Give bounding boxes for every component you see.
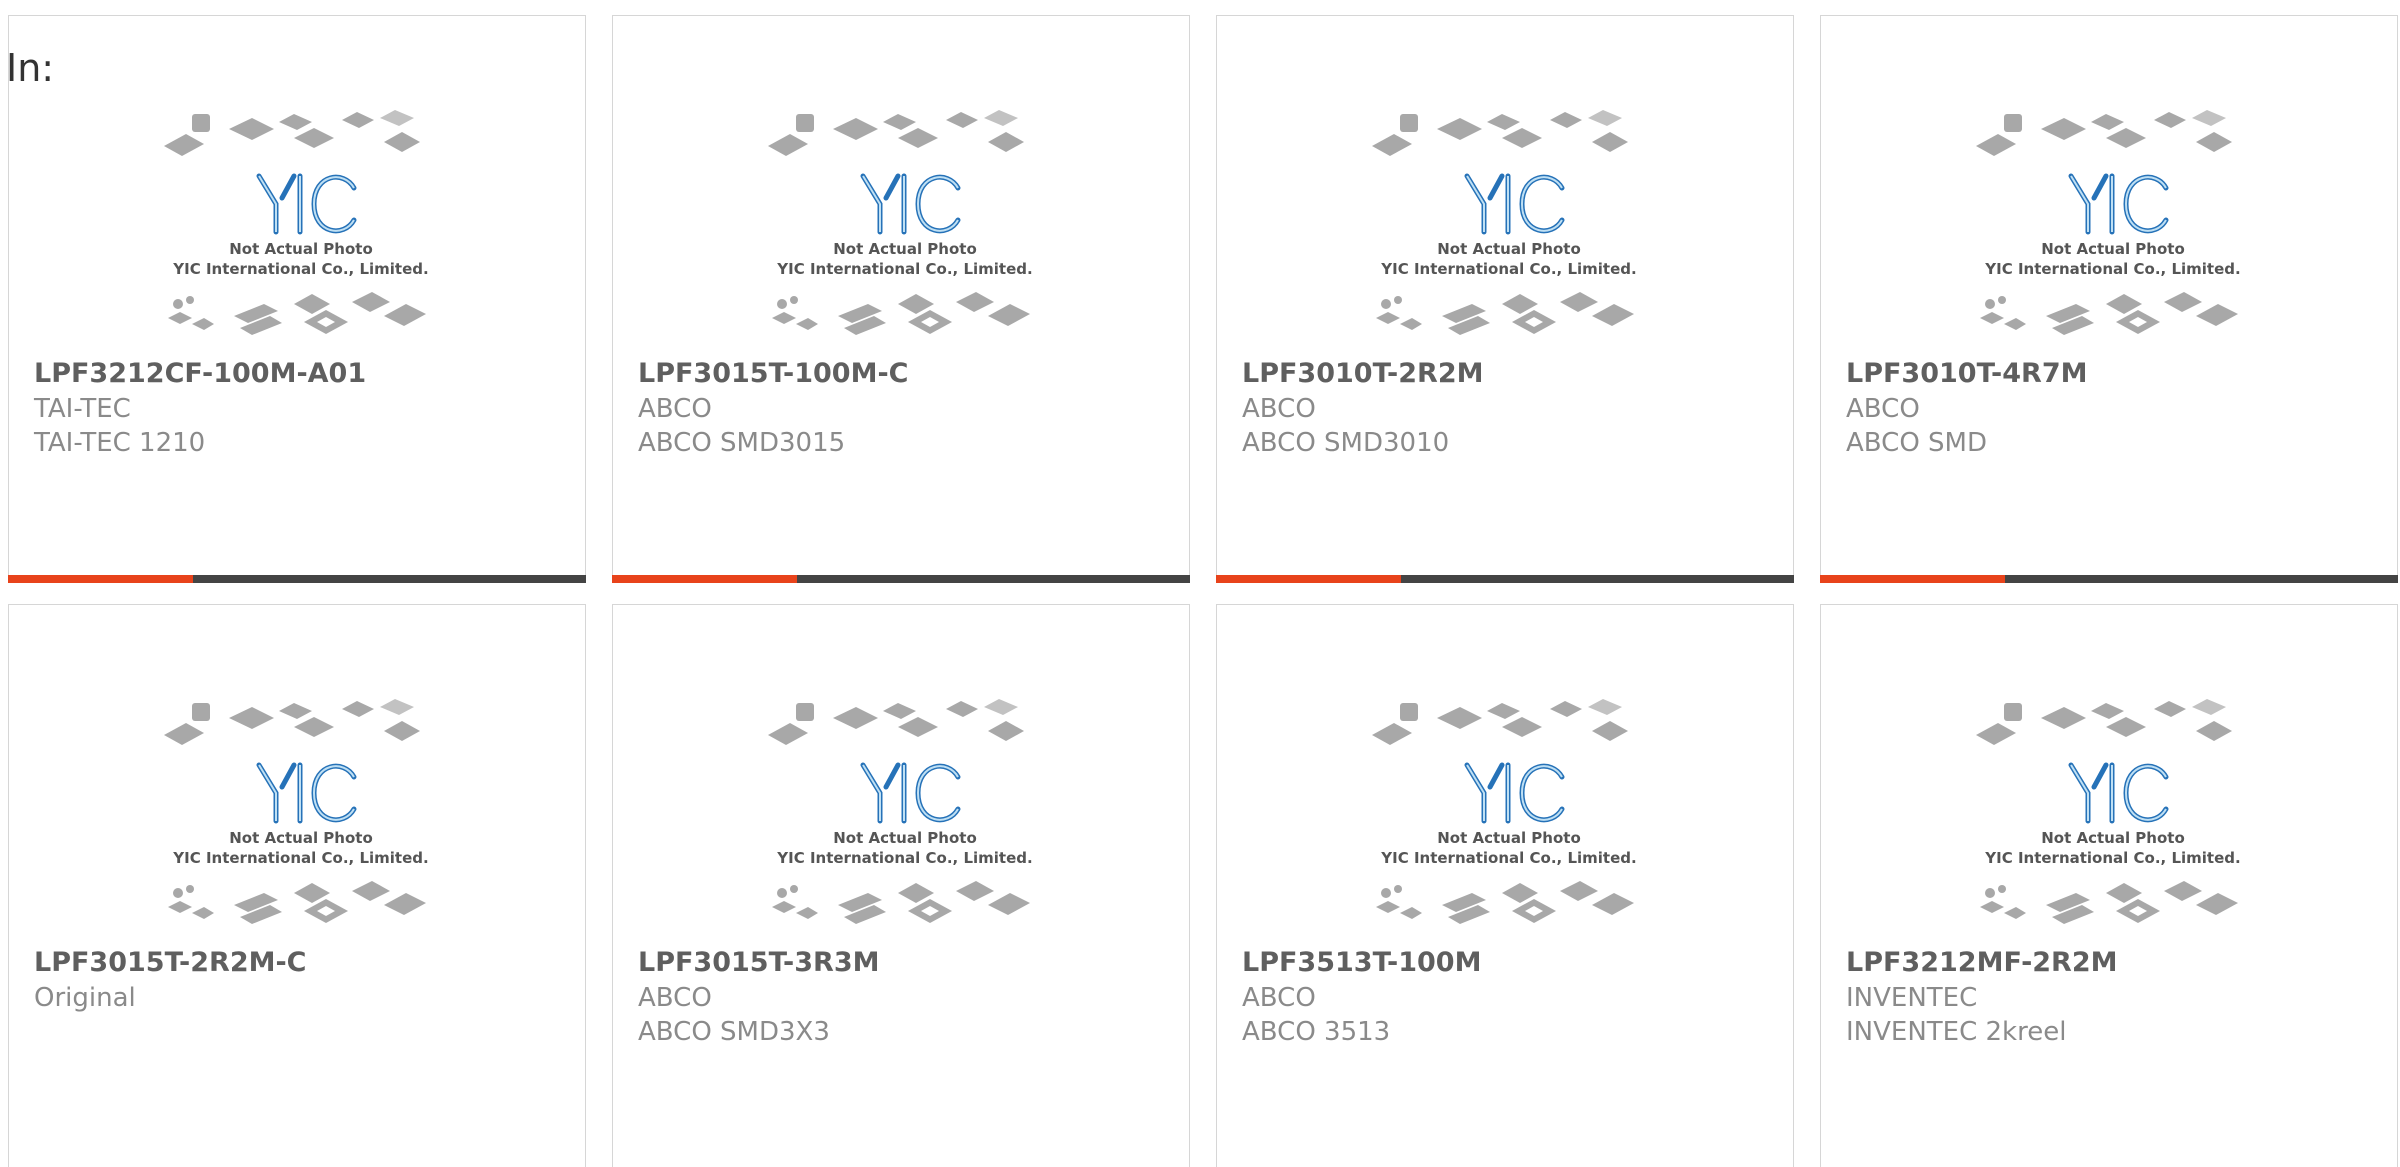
placeholder-product-image: Not Actual Photo YIC International Co., … — [768, 699, 1033, 924]
yic-logo-icon — [2068, 173, 2169, 235]
package-description: ABCO SMD — [1846, 428, 1988, 458]
stock-progress-fill — [8, 575, 193, 583]
filter-prefix-label: In: — [6, 46, 55, 90]
chip-icons-bottom — [1980, 292, 2238, 335]
chip-icons-bottom — [168, 292, 426, 335]
chip-icons-bottom — [772, 881, 1030, 924]
product-info: LPF3212MF-2R2M INVENTEC INVENTEC 2kreel — [1846, 945, 2377, 1049]
product-info: LPF3015T-100M-C ABCO ABCO SMD3015 — [638, 356, 1169, 460]
stock-progress-bar — [8, 575, 586, 583]
yic-logo-icon — [1464, 762, 1565, 824]
package-description: INVENTEC 2kreel — [1846, 1017, 2067, 1047]
product-info: LPF3010T-4R7M ABCO ABCO SMD — [1846, 356, 2377, 460]
chip-icons-bottom — [1376, 292, 1634, 335]
chip-icons-bottom — [1376, 881, 1634, 924]
placeholder-product-image: Not Actual Photo YIC International Co., … — [164, 699, 429, 924]
product-card[interactable]: Not Actual Photo YIC International Co., … — [8, 604, 586, 1167]
not-actual-photo-text: Not Actual Photo — [2041, 240, 2185, 258]
product-grid: Not Actual Photo YIC International Co., … — [8, 15, 2400, 1167]
placeholder-product-image: Not Actual Photo YIC International Co., … — [164, 110, 429, 335]
chip-icons-top — [768, 699, 1024, 745]
product-card[interactable]: Not Actual Photo YIC International Co., … — [612, 604, 1190, 1167]
placeholder-product-image: Not Actual Photo YIC International Co., … — [1372, 699, 1637, 924]
stock-progress-fill — [1820, 575, 2005, 583]
stock-progress-bar — [612, 575, 1190, 583]
chip-icons-top — [1976, 110, 2232, 156]
stock-progress-fill — [612, 575, 797, 583]
stock-progress-fill — [1216, 575, 1401, 583]
product-info: LPF3010T-2R2M ABCO ABCO SMD3010 — [1242, 356, 1773, 460]
manufacturer: ABCO — [1846, 394, 1920, 424]
product-info: LPF3015T-2R2M-C Original — [34, 945, 565, 1015]
part-number[interactable]: LPF3015T-100M-C — [638, 356, 1169, 392]
not-actual-photo-text: Not Actual Photo — [833, 240, 977, 258]
product-grid-page: In: Not Actual Photo YIC International C… — [0, 0, 2400, 1167]
company-name-text: YIC International Co., Limited. — [172, 260, 428, 278]
yic-logo-icon — [860, 762, 961, 824]
product-card[interactable]: Not Actual Photo YIC International Co., … — [612, 15, 1190, 583]
placeholder-product-image: Not Actual Photo YIC International Co., … — [1976, 110, 2241, 335]
company-name-text: YIC International Co., Limited. — [776, 849, 1032, 867]
product-card[interactable]: Not Actual Photo YIC International Co., … — [8, 15, 586, 583]
manufacturer: Original — [34, 983, 136, 1013]
manufacturer: TAI-TEC — [34, 394, 131, 424]
chip-icons-bottom — [1980, 881, 2238, 924]
part-number[interactable]: LPF3015T-2R2M-C — [34, 945, 565, 981]
part-number[interactable]: LPF3212MF-2R2M — [1846, 945, 2377, 981]
yic-logo-icon — [256, 762, 357, 824]
chip-icons-top — [164, 699, 420, 745]
placeholder-product-image: Not Actual Photo YIC International Co., … — [1976, 699, 2241, 924]
yic-logo-icon — [2068, 762, 2169, 824]
company-name-text: YIC International Co., Limited. — [776, 260, 1032, 278]
company-name-text: YIC International Co., Limited. — [172, 849, 428, 867]
not-actual-photo-text: Not Actual Photo — [833, 829, 977, 847]
chip-icons-top — [1976, 699, 2232, 745]
not-actual-photo-text: Not Actual Photo — [229, 240, 373, 258]
package-description: ABCO SMD3015 — [638, 428, 846, 458]
package-description: TAI-TEC 1210 — [34, 428, 206, 458]
yic-logo-icon — [256, 173, 357, 235]
package-description: ABCO 3513 — [1242, 1017, 1391, 1047]
chip-icons-bottom — [168, 881, 426, 924]
not-actual-photo-text: Not Actual Photo — [2041, 829, 2185, 847]
chip-icons-top — [1372, 110, 1628, 156]
yic-logo-icon — [1464, 173, 1565, 235]
company-name-text: YIC International Co., Limited. — [1380, 260, 1636, 278]
part-number[interactable]: LPF3513T-100M — [1242, 945, 1773, 981]
placeholder-product-image: Not Actual Photo YIC International Co., … — [768, 110, 1033, 335]
company-name-text: YIC International Co., Limited. — [1380, 849, 1636, 867]
part-number[interactable]: LPF3015T-3R3M — [638, 945, 1169, 981]
product-card[interactable]: Not Actual Photo YIC International Co., … — [1216, 604, 1794, 1167]
package-description: ABCO SMD3X3 — [638, 1017, 830, 1047]
manufacturer: ABCO — [638, 983, 712, 1013]
chip-icons-top — [164, 110, 420, 156]
product-card[interactable]: Not Actual Photo YIC International Co., … — [1820, 15, 2398, 583]
part-number[interactable]: LPF3010T-4R7M — [1846, 356, 2377, 392]
product-info: LPF3015T-3R3M ABCO ABCO SMD3X3 — [638, 945, 1169, 1049]
chip-icons-top — [768, 110, 1024, 156]
product-info: LPF3513T-100M ABCO ABCO 3513 — [1242, 945, 1773, 1049]
product-card[interactable]: Not Actual Photo YIC International Co., … — [1216, 15, 1794, 583]
yic-logo-icon — [860, 173, 961, 235]
manufacturer: ABCO — [1242, 983, 1316, 1013]
manufacturer: INVENTEC — [1846, 983, 1978, 1013]
company-name-text: YIC International Co., Limited. — [1984, 849, 2240, 867]
stock-progress-bar — [1216, 575, 1794, 583]
chip-icons-bottom — [772, 292, 1030, 335]
not-actual-photo-text: Not Actual Photo — [1437, 240, 1581, 258]
stock-progress-bar — [1820, 575, 2398, 583]
manufacturer: ABCO — [1242, 394, 1316, 424]
not-actual-photo-text: Not Actual Photo — [229, 829, 373, 847]
company-name-text: YIC International Co., Limited. — [1984, 260, 2240, 278]
not-actual-photo-text: Not Actual Photo — [1437, 829, 1581, 847]
part-number[interactable]: LPF3010T-2R2M — [1242, 356, 1773, 392]
placeholder-product-image: Not Actual Photo YIC International Co., … — [1372, 110, 1637, 335]
product-card[interactable]: Not Actual Photo YIC International Co., … — [1820, 604, 2398, 1167]
package-description: ABCO SMD3010 — [1242, 428, 1450, 458]
part-number[interactable]: LPF3212CF-100M-A01 — [34, 356, 565, 392]
product-info: LPF3212CF-100M-A01 TAI-TEC TAI-TEC 1210 — [34, 356, 565, 460]
manufacturer: ABCO — [638, 394, 712, 424]
chip-icons-top — [1372, 699, 1628, 745]
